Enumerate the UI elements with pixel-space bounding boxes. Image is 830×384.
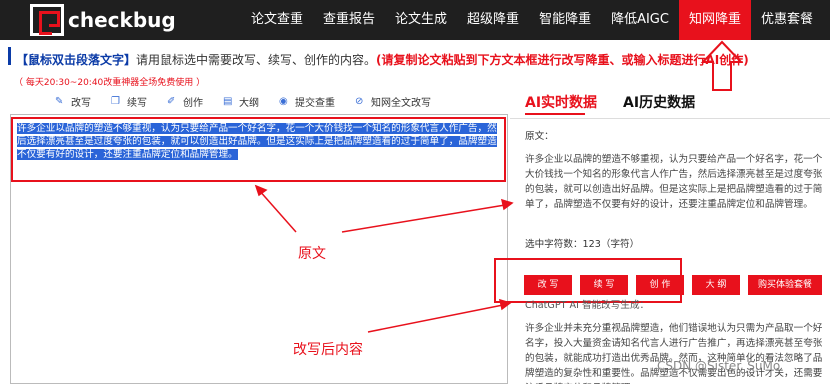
arrow-to-rewritten-icon <box>367 298 512 333</box>
annotation-arrows <box>254 40 744 333</box>
arrow-to-original-icon <box>254 184 514 233</box>
arrow-to-nav-icon <box>700 40 744 91</box>
